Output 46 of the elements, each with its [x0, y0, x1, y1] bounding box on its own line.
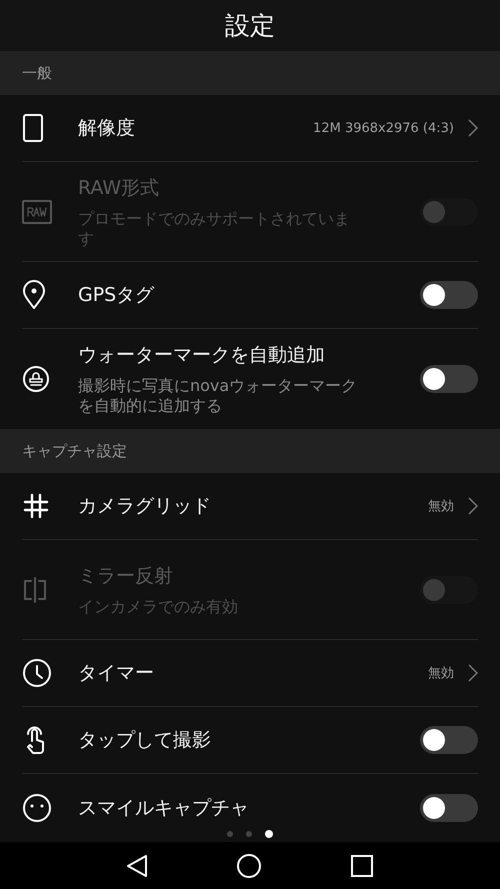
- setting-description: 撮影時に写真にnovaウォーターマークを自動的に追加する: [78, 376, 358, 416]
- section-title: キャプチャ設定: [22, 442, 127, 460]
- chevron-right-icon: [468, 497, 478, 515]
- setting-value: 無効: [428, 498, 454, 515]
- settings-row[interactable]: ウォーターマークを自動追加 撮影時に写真にnovaウォーターマークを自動的に追加する: [22, 329, 478, 429]
- recents-button[interactable]: [350, 854, 374, 878]
- stamp-icon: [22, 365, 50, 393]
- recents-square-icon: [350, 854, 374, 878]
- toggle-switch[interactable]: [420, 726, 478, 754]
- grid-icon: [22, 492, 50, 520]
- chevron-right-icon: [468, 119, 478, 137]
- location-pin-icon: [22, 280, 46, 310]
- setting-label: タップして撮影: [78, 728, 212, 753]
- setting-value: 12M 3968x2976 (4:3): [313, 120, 454, 136]
- smile-face-icon: [22, 792, 52, 822]
- setting-label: 解像度: [78, 116, 136, 141]
- mirror-icon: [22, 576, 48, 604]
- home-circle-icon: [236, 852, 262, 878]
- setting-label: ミラー反射: [78, 564, 174, 588]
- clock-icon: [22, 658, 52, 688]
- settings-row[interactable]: タップして撮影: [22, 707, 478, 774]
- settings-row[interactable]: 解像度 12M 3968x2976 (4:3): [22, 95, 478, 162]
- settings-row[interactable]: カメラグリッド 無効: [22, 473, 478, 540]
- setting-label: タイマー: [78, 661, 155, 686]
- setting-label: ウォーターマークを自動追加: [78, 343, 326, 368]
- setting-description: プロモードでのみサポートされています: [78, 208, 351, 248]
- setting-description: インカメラでのみ有効: [78, 596, 239, 616]
- setting-label: RAW形式: [78, 176, 160, 200]
- setting-label: カメラグリッド: [78, 494, 212, 519]
- toggle-switch[interactable]: [420, 365, 478, 393]
- settings-row[interactable]: スマイルキャプチャ: [22, 774, 478, 826]
- home-button[interactable]: [236, 852, 262, 878]
- toggle-switch[interactable]: [420, 281, 478, 309]
- setting-value: 無効: [428, 665, 454, 682]
- toggle-switch[interactable]: [420, 794, 478, 822]
- screen-title: 設定: [225, 10, 275, 42]
- phone-icon: [22, 113, 44, 143]
- setting-label: GPSタグ: [78, 283, 156, 308]
- back-triangle-icon: [126, 854, 148, 878]
- section-title: 一般: [22, 64, 52, 82]
- chevron-right-icon: [468, 664, 478, 682]
- settings-row[interactable]: タイマー 無効: [22, 640, 478, 707]
- setting-label: スマイルキャプチャ: [78, 796, 250, 820]
- back-button[interactable]: [126, 854, 148, 878]
- settings-row[interactable]: GPSタグ: [22, 262, 478, 329]
- raw-icon: [22, 200, 52, 224]
